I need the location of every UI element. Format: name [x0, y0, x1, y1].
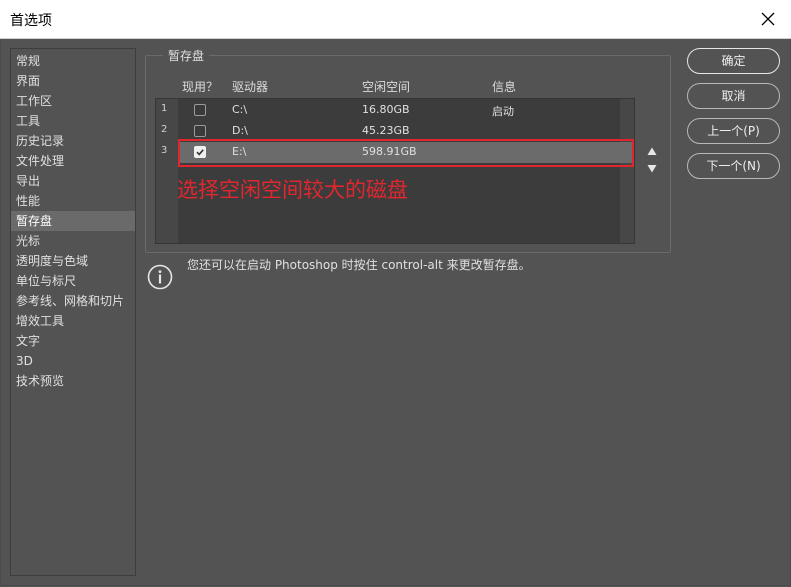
sidebar-item[interactable]: 工具 — [11, 111, 135, 131]
active-checkbox[interactable] — [194, 125, 206, 137]
column-header-drive: 驱动器 — [232, 80, 269, 94]
annotation-highlight-box — [178, 139, 634, 167]
sidebar-item[interactable]: 参考线、网格和切片 — [11, 291, 135, 311]
table-row[interactable]: 1 C:\ 16.80GB 启动 — [156, 100, 634, 121]
sidebar-item[interactable]: 历史记录 — [11, 131, 135, 151]
sidebar-item[interactable]: 3D — [11, 351, 135, 371]
info-value: 启动 — [492, 105, 514, 118]
scratch-disk-list[interactable]: 1 C:\ 16.80GB 启动 2 D:\ 45.23GB 3 E:\ 598.91GB — [155, 98, 635, 244]
cancel-button[interactable]: 取消 — [687, 83, 780, 109]
sidebar-item[interactable]: 暂存盘 — [11, 211, 135, 231]
sidebar-item[interactable]: 单位与标尺 — [11, 271, 135, 291]
row-number: 1 — [161, 103, 168, 114]
scratch-disk-hint: 您还可以在启动 Photoshop 时按住 control-alt 来更改暂存盘… — [187, 258, 531, 272]
sidebar-item[interactable]: 透明度与色域 — [11, 251, 135, 271]
sidebar-item[interactable]: 界面 — [11, 71, 135, 91]
drive-label: C:\ — [232, 103, 248, 116]
close-icon[interactable] — [753, 4, 783, 34]
sidebar-item[interactable]: 导出 — [11, 171, 135, 191]
sidebar-item[interactable]: 技术预览 — [11, 371, 135, 391]
row-number: 3 — [161, 145, 168, 156]
move-down-arrow-icon[interactable] — [646, 163, 658, 175]
preferences-sidebar: 常规 界面 工作区 工具 历史记录 文件处理 导出 性能 暂存盘 光标 透明度与色域 单位与标尺 参考线… — [10, 48, 136, 576]
sidebar-item[interactable]: 工作区 — [11, 91, 135, 111]
sidebar-item[interactable]: 文字 — [11, 331, 135, 351]
window-title: 首选项 — [10, 13, 52, 29]
sidebar-item[interactable]: 增效工具 — [11, 311, 135, 331]
column-header-active: 现用？ — [182, 80, 219, 94]
active-checkbox[interactable] — [194, 104, 206, 116]
title-bar: 首选项 — [0, 0, 791, 39]
scratch-disk-group-title: 暂存盘 — [163, 47, 210, 64]
annotation-text: 选择空闲空间较大的磁盘 — [177, 178, 408, 202]
row-number: 2 — [161, 124, 168, 135]
ok-button[interactable]: 确定 — [687, 48, 780, 74]
move-up-arrow-icon[interactable] — [646, 145, 658, 157]
next-button[interactable]: 下一个(N) — [687, 153, 780, 179]
sidebar-item[interactable]: 性能 — [11, 191, 135, 211]
sidebar-item[interactable]: 常规 — [11, 51, 135, 71]
free-space-value: 45.23GB — [362, 124, 410, 137]
drive-label: D:\ — [232, 124, 248, 137]
info-icon — [147, 264, 173, 290]
column-header-free-space: 空闲空间 — [362, 80, 411, 94]
column-header-info: 信息 — [492, 80, 517, 94]
sidebar-item[interactable]: 文件处理 — [11, 151, 135, 171]
previous-button[interactable]: 上一个(P) — [687, 118, 780, 144]
free-space-value: 16.80GB — [362, 103, 410, 116]
sidebar-item[interactable]: 光标 — [11, 231, 135, 251]
